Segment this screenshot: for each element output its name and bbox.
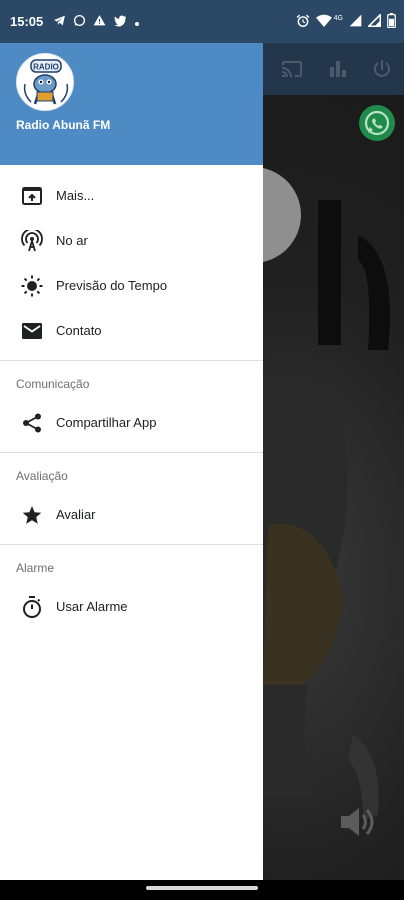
menu-item-label: Avaliar [56, 507, 96, 522]
svg-text:RADIO: RADIO [33, 63, 59, 72]
whatsapp-icon [73, 14, 86, 30]
station-name: Radio Abunã FM [16, 118, 111, 132]
battery-icon [387, 13, 396, 31]
menu-item-label: Compartilhar App [56, 415, 157, 430]
equalizer-icon[interactable] [326, 57, 350, 81]
power-icon[interactable] [370, 57, 394, 81]
system-navigation-bar [0, 880, 404, 900]
status-time: 15:05 [10, 14, 44, 29]
station-artwork [263, 95, 404, 880]
volume-icon [341, 808, 374, 836]
menu-item-avaliar[interactable]: Avaliar [0, 492, 263, 537]
menu-item-no-ar[interactable]: No ar [0, 218, 263, 263]
sun-icon [21, 275, 43, 297]
menu-item-compartilhar-app[interactable]: Compartilhar App [0, 400, 263, 445]
timer-icon [21, 595, 43, 618]
menu-item-mais[interactable]: Mais... [0, 173, 263, 218]
menu-item-previsao-do-tempo[interactable]: Previsão do Tempo [0, 263, 263, 308]
whatsapp-button[interactable] [359, 105, 395, 141]
dot-icon [134, 15, 140, 30]
navigation-drawer: RADIO Radio Abunã FM Mais... No ar Previ… [0, 43, 263, 880]
section-title-avaliacao: Avaliação [16, 469, 68, 483]
menu-item-label: Mais... [56, 188, 95, 203]
alarm-icon [296, 14, 310, 31]
telegram-icon [53, 14, 66, 30]
mail-icon [21, 320, 43, 342]
drawer-menu: Mais... No ar Previsão do Tempo Contato … [0, 165, 263, 629]
warning-icon [93, 14, 106, 30]
share-icon [21, 412, 43, 434]
cast-icon[interactable] [280, 57, 304, 81]
signal-icon [366, 12, 382, 30]
whatsapp-icon [364, 110, 390, 136]
wifi-icon [315, 14, 332, 31]
menu-item-label: Previsão do Tempo [56, 278, 168, 293]
star-icon [21, 504, 43, 526]
broadcast-icon [21, 229, 43, 252]
open-in-new-icon [21, 185, 43, 207]
menu-item-contato[interactable]: Contato [0, 308, 263, 353]
section-title-alarme: Alarme [16, 561, 55, 575]
menu-item-usar-alarme[interactable]: Usar Alarme [0, 584, 263, 629]
home-gesture-handle[interactable] [146, 886, 258, 890]
radio-logo-icon: RADIO [16, 53, 74, 111]
network-label: 4G [333, 14, 343, 22]
status-bar: 15:05 4G [0, 0, 404, 43]
drawer-header: RADIO Radio Abunã FM [0, 43, 263, 165]
volume-button[interactable] [335, 800, 379, 844]
menu-item-label: Usar Alarme [56, 599, 128, 614]
menu-item-label: Contato [56, 323, 102, 338]
signal-icon [349, 14, 362, 30]
menu-item-label: No ar [56, 233, 88, 248]
twitter-icon [113, 14, 127, 30]
section-title-comunicacao: Comunicação [16, 377, 90, 391]
